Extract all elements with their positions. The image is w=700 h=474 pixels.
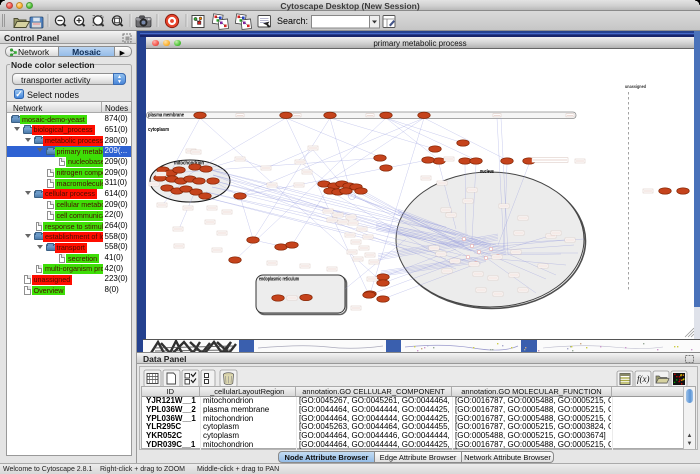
svg-text:nucleus: nucleus <box>480 169 494 175</box>
svg-text:f(x): f(x) <box>637 374 650 384</box>
svg-text:endoplasmic reticulum: endoplasmic reticulum <box>259 277 299 283</box>
svg-text:Search:: Search: <box>277 16 308 26</box>
svg-text:unassigned: unassigned <box>625 84 646 89</box>
svg-text:plasma membrane: plasma membrane <box>148 113 184 119</box>
svg-text:cytoplasm: cytoplasm <box>148 127 169 133</box>
